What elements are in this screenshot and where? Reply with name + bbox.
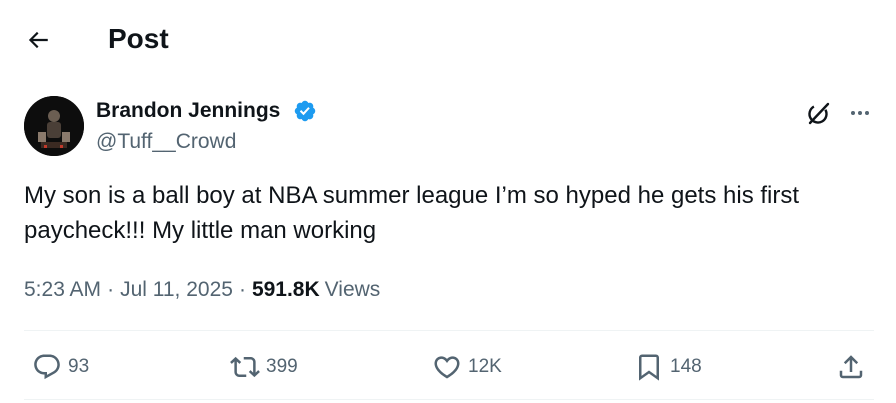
page-title: Post <box>108 23 169 54</box>
post-text: My son is a ball boy at NBA summer leagu… <box>24 182 800 244</box>
author-handle[interactable]: @Tuff__Crowd <box>96 128 236 156</box>
reply-button[interactable]: 93 <box>32 335 89 399</box>
like-count: 12K <box>468 356 502 377</box>
share-icon <box>839 355 863 379</box>
reply-icon <box>34 354 60 380</box>
author-name[interactable]: Brandon Jennings <box>96 97 280 125</box>
repost-button[interactable]: 399 <box>230 335 298 399</box>
grok-icon <box>808 102 830 125</box>
avatar-image <box>24 96 84 156</box>
more-options-button[interactable] <box>845 98 875 128</box>
bookmark-button[interactable]: 148 <box>634 335 702 399</box>
divider <box>24 330 874 331</box>
back-button[interactable] <box>22 24 54 56</box>
like-button[interactable]: 12K <box>432 335 502 399</box>
repost-count: 399 <box>266 356 298 377</box>
bookmark-count: 148 <box>670 356 702 377</box>
reply-count: 93 <box>68 356 90 377</box>
top-bar: Post <box>0 0 896 78</box>
divider <box>24 399 874 400</box>
meta-separator: · <box>107 278 115 301</box>
post-meta: 5:23 AM · Jul 11, 2025 · 591.8K Views <box>24 275 380 305</box>
views-label: Views <box>324 278 381 301</box>
heart-icon <box>434 356 460 379</box>
meta-separator: · <box>238 278 246 301</box>
views-count: 591.8K <box>251 278 320 301</box>
repost-icon <box>230 356 260 378</box>
grok-button[interactable] <box>804 98 834 128</box>
share-button[interactable] <box>836 335 866 399</box>
bookmark-icon <box>639 354 659 381</box>
verified-badge-icon <box>294 100 316 122</box>
arrow-left-icon <box>28 31 48 49</box>
action-bar: 93 399 12K 148 <box>0 335 896 399</box>
avatar[interactable] <box>24 96 84 156</box>
post-time[interactable]: 5:23 AM <box>24 275 101 305</box>
more-horizontal-icon <box>851 111 869 115</box>
post-date[interactable]: Jul 11, 2025 <box>120 275 233 305</box>
